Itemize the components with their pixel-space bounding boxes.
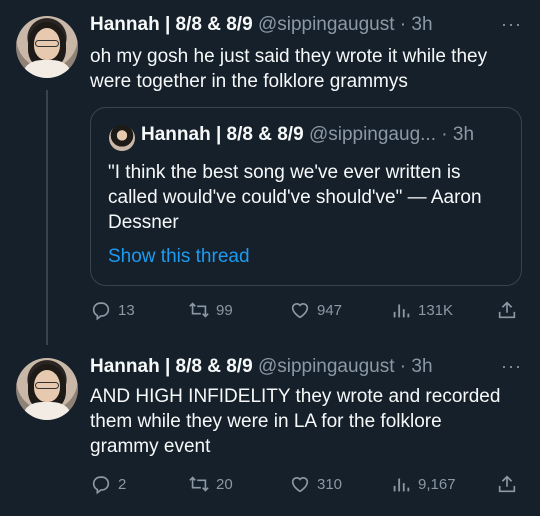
share-button[interactable] [496, 299, 524, 321]
reply-icon [92, 476, 110, 495]
display-name[interactable]: Hannah | 8/8 & 8/9 [90, 14, 253, 35]
retweet-icon [189, 476, 209, 492]
tweet-1[interactable]: Hannah | 8/8 & 8/9 @sippingaugust · 3h ·… [0, 0, 540, 345]
like-count: 947 [317, 301, 343, 319]
tweet-header: Hannah | 8/8 & 8/9 @sippingaugust · 3h [90, 14, 433, 36]
thread-line [46, 90, 48, 345]
share-button[interactable] [496, 473, 524, 495]
more-icon[interactable]: ··· [501, 356, 522, 377]
like-count: 310 [317, 475, 343, 493]
quote-avatar [109, 125, 135, 151]
quote-display-name: Hannah | 8/8 & 8/9 [141, 124, 304, 145]
quote-time: · 3h [441, 124, 475, 145]
user-handle[interactable]: @sippingaugust [258, 356, 395, 377]
reply-icon [92, 302, 110, 321]
avatar[interactable] [16, 16, 78, 78]
reply-button[interactable]: 13 [90, 299, 135, 321]
reply-count: 13 [118, 301, 135, 319]
tweet-actions: 13 99 947 131K [90, 299, 530, 323]
views-button[interactable]: 9,167 [390, 473, 456, 495]
reply-count: 2 [118, 475, 127, 493]
retweet-count: 99 [216, 301, 233, 319]
tweet-actions: 2 20 310 9,167 [90, 473, 530, 497]
tweet-header: Hannah | 8/8 & 8/9 @sippingaugust · 3h [90, 356, 433, 378]
views-icon [393, 304, 410, 318]
like-icon [291, 477, 309, 493]
quote-text: "I think the best song we've ever writte… [108, 162, 482, 233]
like-icon [291, 303, 309, 319]
share-icon [498, 475, 516, 493]
like-button[interactable]: 947 [289, 299, 342, 321]
views-button[interactable]: 131K [390, 299, 453, 321]
views-count: 131K [418, 301, 454, 319]
user-handle[interactable]: @sippingaugust [258, 14, 395, 35]
quoted-tweet[interactable]: Hannah | 8/8 & 8/9 @sippingaug... · 3h "… [90, 107, 522, 286]
tweet-text: oh my gosh he just said they wrote it wh… [90, 46, 488, 92]
avatar[interactable] [16, 358, 78, 420]
tweet-time[interactable]: · 3h [400, 356, 433, 377]
reply-button[interactable]: 2 [90, 473, 126, 495]
views-count: 9,167 [418, 475, 456, 493]
display-name[interactable]: Hannah | 8/8 & 8/9 [90, 356, 253, 377]
quote-user-handle: @sippingaug... [308, 124, 436, 145]
tweet-time[interactable]: · 3h [400, 14, 433, 35]
share-icon [498, 301, 516, 319]
quote-header: Hannah | 8/8 & 8/9 @sippingaug... · 3h [141, 124, 474, 146]
retweet-count: 20 [216, 475, 233, 493]
show-thread-link[interactable]: Show this thread [108, 246, 250, 268]
like-button[interactable]: 310 [289, 473, 342, 495]
views-icon [393, 478, 410, 492]
tweet-2[interactable]: Hannah | 8/8 & 8/9 @sippingaugust · 3h ·… [0, 340, 540, 516]
retweet-button[interactable]: 20 [188, 473, 233, 495]
tweet-text: AND HIGH INFIDELITY they wrote and recor… [90, 386, 501, 457]
retweet-icon [189, 302, 209, 318]
more-icon[interactable]: ··· [501, 14, 522, 35]
retweet-button[interactable]: 99 [188, 299, 233, 321]
